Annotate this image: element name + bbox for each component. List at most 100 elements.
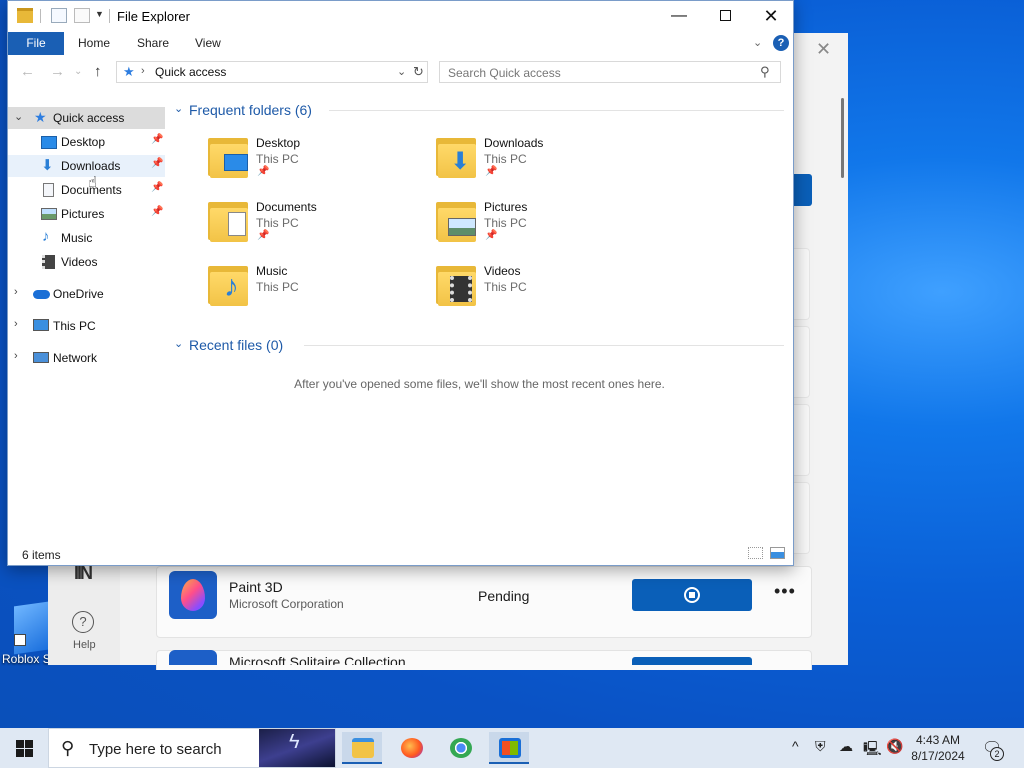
search-icon[interactable]: ⚲ xyxy=(760,64,770,80)
nav-item-onedrive[interactable]: › OneDrive xyxy=(8,283,165,305)
large-icons-view-icon[interactable] xyxy=(770,547,785,559)
library-icon[interactable]: IIN xyxy=(74,563,93,584)
pin-icon: 📌 xyxy=(257,166,270,177)
desktop-shortcut-roblox[interactable]: Roblox S xyxy=(0,598,51,668)
network-icon xyxy=(33,352,49,363)
nav-item-quick-access[interactable]: ⌄ ★ Quick access xyxy=(8,107,165,129)
folder-location: This PC xyxy=(256,152,299,166)
quick-access-star-icon: ★ xyxy=(123,64,135,79)
back-arrow-icon[interactable]: ← xyxy=(20,63,35,80)
security-shield-icon[interactable]: ⛨ xyxy=(815,738,826,755)
onedrive-offline-icon[interactable]: ☁ xyxy=(839,738,853,755)
tab-file[interactable]: File xyxy=(8,32,64,55)
minimize-button[interactable]: — xyxy=(656,1,702,31)
nav-label: Music xyxy=(61,231,93,245)
store-close-icon[interactable]: ✕ xyxy=(816,39,831,60)
forward-arrow-icon[interactable]: → xyxy=(50,63,65,80)
title-bar[interactable]: ▼ File Explorer — ✕ xyxy=(8,1,793,31)
store-scrollbar[interactable] xyxy=(841,98,844,178)
search-placeholder[interactable]: Search Quick access xyxy=(448,66,561,80)
properties-icon[interactable] xyxy=(51,8,67,23)
collapse-chevron-icon[interactable]: ⌄ xyxy=(174,337,183,350)
refresh-icon[interactable]: ↻ xyxy=(413,64,424,80)
tab-share[interactable]: Share xyxy=(137,32,169,55)
app-status: Pending xyxy=(478,588,530,604)
download-button[interactable] xyxy=(632,657,752,665)
nav-label: Network xyxy=(53,351,98,365)
nav-label: This PC xyxy=(53,319,96,333)
taskbar-search-box[interactable]: ⚲ Type here to search ϟ xyxy=(48,728,336,768)
address-bar[interactable]: ★ › Quick access ⌄ ↻ xyxy=(116,61,428,83)
pictures-folder-icon xyxy=(436,200,480,242)
folder-name: Downloads xyxy=(484,136,544,150)
system-clock[interactable]: 4:43 AM 8/17/2024 xyxy=(906,732,970,764)
nav-item-desktop[interactable]: Desktop 📌 xyxy=(8,131,165,153)
picture-icon xyxy=(41,208,57,220)
search-box[interactable]: Search Quick access ⚲ xyxy=(439,61,781,83)
maximize-icon xyxy=(719,10,731,22)
help-icon[interactable]: ? xyxy=(773,35,789,51)
folder-tile-music[interactable]: ♪ Music This PC xyxy=(208,264,408,312)
expand-chevron-icon[interactable]: › xyxy=(14,286,18,298)
nav-label: Downloads xyxy=(61,159,121,173)
folder-tile-downloads[interactable]: ⬇ Downloads This PC 📌 xyxy=(436,136,636,184)
customize-toolbar-icon[interactable]: ▼ xyxy=(95,9,104,19)
breadcrumb-separator-icon[interactable]: › xyxy=(141,65,145,77)
search-icon: ⚲ xyxy=(61,738,75,758)
tab-view[interactable]: View xyxy=(195,32,221,55)
more-options-icon[interactable]: ••• xyxy=(774,581,796,602)
taskbar-app-chrome[interactable] xyxy=(440,732,480,764)
nav-item-downloads[interactable]: ⬇ Downloads 📌 xyxy=(8,155,165,177)
folder-tile-documents[interactable]: Documents This PC 📌 xyxy=(208,200,408,248)
music-folder-icon: ♪ xyxy=(208,264,252,306)
mouse-cursor-icon: ☝ xyxy=(88,174,98,191)
address-dropdown-icon[interactable]: ⌄ xyxy=(397,65,406,78)
network-icon[interactable]: 🖳 xyxy=(863,738,882,762)
download-arrow-icon: ⬇ xyxy=(41,157,54,174)
help-icon[interactable]: ? xyxy=(72,611,94,633)
nav-label: Pictures xyxy=(61,207,105,221)
chrome-icon xyxy=(450,738,472,758)
stop-download-button[interactable] xyxy=(632,579,752,611)
store-icon xyxy=(499,738,521,758)
nav-item-pictures[interactable]: Pictures 📌 xyxy=(8,203,165,225)
expand-ribbon-icon[interactable]: ⌄ xyxy=(753,36,762,49)
up-arrow-icon[interactable]: ↑ xyxy=(94,63,102,80)
show-hidden-icons-icon[interactable]: ^ xyxy=(792,738,799,754)
help-label[interactable]: Help xyxy=(73,639,96,651)
section-header-recent[interactable]: Recent files (0) xyxy=(189,337,283,353)
folder-tile-pictures[interactable]: Pictures This PC 📌 xyxy=(436,200,636,248)
maximize-button[interactable] xyxy=(702,1,748,31)
nav-item-videos[interactable]: Videos xyxy=(8,251,165,273)
navigation-pane: ⌄ ★ Quick access Desktop 📌 ⬇ Downloads 📌… xyxy=(8,89,166,541)
expand-chevron-icon[interactable]: › xyxy=(14,318,18,330)
tab-home[interactable]: Home xyxy=(78,32,110,55)
nav-item-network[interactable]: › Network xyxy=(8,347,165,369)
nav-item-documents[interactable]: Documents 📌 xyxy=(8,179,165,201)
taskbar-app-file-explorer[interactable] xyxy=(342,732,382,764)
breadcrumb[interactable]: Quick access xyxy=(155,65,226,79)
details-view-icon[interactable] xyxy=(748,547,763,559)
expand-chevron-icon[interactable]: › xyxy=(14,350,18,362)
search-highlight-image[interactable]: ϟ xyxy=(259,729,335,767)
new-folder-icon[interactable] xyxy=(74,8,90,23)
search-placeholder[interactable]: Type here to search xyxy=(89,741,222,758)
nav-label: Videos xyxy=(61,255,98,269)
volume-muted-icon[interactable]: 🔇 xyxy=(886,738,903,755)
nav-item-this-pc[interactable]: › This PC xyxy=(8,315,165,337)
folder-tile-videos[interactable]: Videos This PC xyxy=(436,264,636,312)
nav-item-music[interactable]: ♪ Music xyxy=(8,227,165,249)
windows-start-icon[interactable] xyxy=(16,740,33,757)
pin-icon: 📌 xyxy=(151,158,164,169)
folder-name: Pictures xyxy=(484,200,528,214)
recent-locations-icon[interactable]: ⌄ xyxy=(74,66,82,77)
folder-tile-desktop[interactable]: Desktop This PC 📌 xyxy=(208,136,408,184)
taskbar-app-store[interactable] xyxy=(489,732,529,764)
taskbar-app-firefox[interactable] xyxy=(391,732,431,764)
collapse-chevron-icon[interactable]: ⌄ xyxy=(174,102,183,115)
collapse-chevron-icon[interactable]: ⌄ xyxy=(14,110,23,123)
videos-folder-icon xyxy=(436,264,480,306)
close-button[interactable]: ✕ xyxy=(748,1,794,31)
section-header-frequent[interactable]: Frequent folders (6) xyxy=(189,102,312,118)
stop-icon xyxy=(684,587,700,603)
